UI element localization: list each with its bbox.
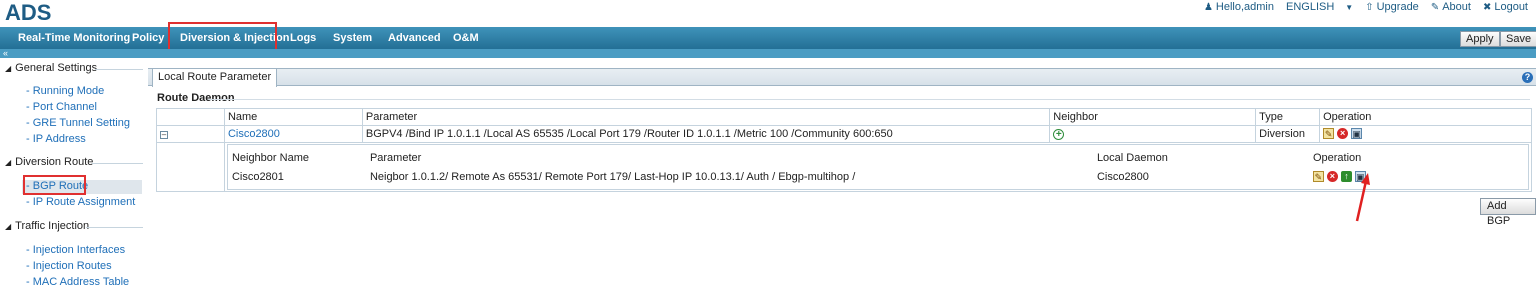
table-header-row: Name Parameter Neighbor Type Operation xyxy=(156,108,1532,126)
tab-local-route-parameter[interactable]: Local Route Parameter xyxy=(152,68,278,87)
neighbor-parameter: Neigbor 1.0.1.2/ Remote As 65531/ Remote… xyxy=(369,170,856,183)
language-select[interactable]: ENGLISH ▼ xyxy=(1286,1,1353,13)
view-icon[interactable]: ▣ xyxy=(1351,128,1363,139)
sidebar-item-ip-route-assignment[interactable]: - IP Route Assignment xyxy=(26,196,135,208)
help-icon[interactable]: ? xyxy=(1522,72,1533,83)
neighbor-header-row: Neighbor Name Parameter Local Daemon Ope… xyxy=(228,148,1528,167)
nav-advanced[interactable]: Advanced xyxy=(384,27,445,49)
daemon-name-link[interactable]: Cisco2800 xyxy=(223,125,363,143)
highlight-box xyxy=(23,175,86,195)
collapse-icon[interactable]: – xyxy=(160,131,168,139)
annotation-arrow-icon xyxy=(1355,173,1370,222)
close-icon: ✖ xyxy=(1482,1,1492,13)
triangle-icon: ◢ xyxy=(5,221,12,231)
nav-system[interactable]: System xyxy=(329,27,376,49)
triangle-icon: ◢ xyxy=(5,157,12,167)
edit-icon[interactable]: ✎ xyxy=(1312,170,1324,182)
neighbor-local-daemon: Cisco2800 xyxy=(1096,170,1149,183)
column-header-operation: Operation xyxy=(1319,108,1532,126)
divider xyxy=(208,99,1530,100)
daemon-type: Diversion xyxy=(1255,125,1321,143)
triangle-icon: ◢ xyxy=(5,63,12,73)
section-title: Route Daemon xyxy=(157,92,235,104)
upgrade-link[interactable]: ⇧ Upgrade xyxy=(1365,1,1419,13)
save-button[interactable]: Save xyxy=(1500,31,1536,47)
column-header-neighbor-name: Neighbor Name xyxy=(231,151,309,164)
add-bgp-button[interactable]: Add BGP xyxy=(1480,198,1536,227)
sub-bar xyxy=(0,49,1536,58)
top-links: ♟ Hello,admin ENGLISH ▼ ⇧ Upgrade ✎ About ✖ L… xyxy=(1204,1,1528,13)
sidebar-section-traffic-injection[interactable]: ◢ Traffic Injection xyxy=(5,220,89,232)
delete-icon[interactable]: × xyxy=(1326,170,1338,182)
sidebar-section-general-settings[interactable]: ◢ General Settings xyxy=(5,62,97,74)
nav-logs[interactable]: Logs xyxy=(286,27,320,49)
nav-policy[interactable]: Policy xyxy=(128,27,168,49)
apply-button[interactable]: Apply xyxy=(1460,31,1500,47)
column-header-neighbor-operation: Operation xyxy=(1312,151,1362,164)
sidebar-item-ip-address[interactable]: - IP Address xyxy=(26,133,86,145)
app-logo: ADS xyxy=(5,0,52,25)
sidebar-item-gre-tunnel[interactable]: - GRE Tunnel Setting xyxy=(26,117,130,129)
operation-icons: ✎ × ▣ xyxy=(1323,128,1363,139)
neighbor-row-container: Neighbor Name Parameter Local Daemon Ope… xyxy=(156,142,1533,192)
divider xyxy=(86,227,143,228)
neighbor-panel: Neighbor Name Parameter Local Daemon Ope… xyxy=(226,144,1529,190)
sidebar-item-running-mode[interactable]: - Running Mode xyxy=(26,85,104,97)
nav-om[interactable]: O&M xyxy=(449,27,483,49)
enable-icon[interactable]: ↑ xyxy=(1340,170,1352,182)
chevron-down-icon: ▼ xyxy=(1345,2,1354,12)
upgrade-icon: ⇧ xyxy=(1365,1,1374,13)
main-content: Local Route Parameter ? Route Daemon Nam… xyxy=(148,58,1536,286)
about-icon: ✎ xyxy=(1430,1,1440,13)
delete-icon[interactable]: × xyxy=(1337,128,1349,139)
column-header-type: Type xyxy=(1255,108,1321,126)
sidebar-item-mac-address-table[interactable]: - MAC Address Table xyxy=(26,276,129,286)
daemon-parameter: BGPV4 /Bind IP 1.0.1.1 /Local AS 65535 /… xyxy=(361,125,1051,143)
about-link[interactable]: ✎ About xyxy=(1431,1,1471,13)
column-header-neighbor: Neighbor xyxy=(1049,108,1257,126)
column-header-local-daemon: Local Daemon xyxy=(1096,151,1168,164)
column-header-parameter: Parameter xyxy=(361,108,1051,126)
neighbor-table: Neighbor Name Parameter Local Daemon Ope… xyxy=(228,148,1528,186)
table-row: – Cisco2800 BGPV4 /Bind IP 1.0.1.1 /Loca… xyxy=(156,125,1532,143)
sidebar-item-injection-interfaces[interactable]: - Injection Interfaces xyxy=(26,244,125,256)
sidebar-section-diversion-route[interactable]: ◢ Diversion Route xyxy=(5,156,93,168)
column-header-neighbor-parameter: Parameter xyxy=(369,151,422,164)
add-neighbor-icon[interactable]: + xyxy=(1053,129,1065,140)
divider xyxy=(92,163,143,164)
user-icon: ♟ xyxy=(1203,1,1213,13)
tab-bar: Local Route Parameter ? xyxy=(148,68,1536,87)
column-header-name: Name xyxy=(223,108,363,126)
nav-realtime-monitoring[interactable]: Real-Time Monitoring xyxy=(14,27,134,49)
user-greeting: ♟ Hello,admin xyxy=(1203,1,1274,13)
divider xyxy=(95,69,143,70)
highlight-box xyxy=(168,22,277,51)
logout-link[interactable]: ✖ Logout xyxy=(1483,1,1528,13)
sidebar: ◢ General Settings - Running Mode - Port … xyxy=(0,58,146,286)
sidebar-item-port-channel[interactable]: - Port Channel xyxy=(26,101,97,113)
edit-icon[interactable]: ✎ xyxy=(1323,128,1335,139)
sidebar-item-injection-routes[interactable]: - Injection Routes xyxy=(26,260,112,272)
route-daemon-table: Name Parameter Neighbor Type Operation –… xyxy=(156,108,1533,192)
table-row: Cisco2801 Neigbor 1.0.1.2/ Remote As 655… xyxy=(228,167,1528,186)
neighbor-name: Cisco2801 xyxy=(231,170,284,183)
collapse-sidebar-icon[interactable]: « xyxy=(3,48,8,58)
